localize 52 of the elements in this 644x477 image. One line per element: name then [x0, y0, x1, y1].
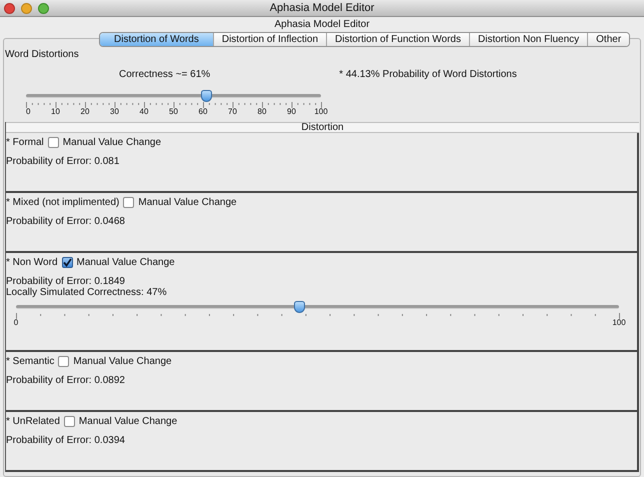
header-title: Aphasia Model Editor [274, 18, 370, 32]
manual-value-checkbox[interactable]: Manual Value Change [62, 254, 175, 270]
probability-text: Probability of Error: 0.0468 [6, 216, 126, 227]
window-title: Aphasia Model Editor [270, 0, 374, 16]
tick-label: 0 [26, 108, 30, 116]
tick-label: 100 [612, 319, 626, 327]
checkbox[interactable] [48, 136, 59, 148]
probability-text: Probability of Error: 0.1849 [6, 276, 126, 287]
tick-label: 80 [258, 108, 266, 116]
close-button[interactable] [4, 3, 15, 14]
correctness-text: Locally Simulated Correctness: 47% [6, 287, 168, 298]
tab[interactable]: Distortion of Inflection [212, 33, 326, 46]
tick-label: 50 [169, 108, 178, 116]
distortion-name: * Mixed (not implimented) [6, 196, 120, 210]
correctness-label: Correctness ~= 61% [119, 68, 210, 82]
minimize-button[interactable] [21, 3, 32, 14]
distortion-name: * Semantic [6, 354, 54, 368]
probability-text: Probability of Error: 0.081 [6, 156, 120, 167]
tick-label: 100 [314, 108, 328, 116]
column-header: Distortion [6, 122, 639, 133]
tab[interactable]: Distortion of Function Words [326, 33, 469, 46]
check-icon [62, 258, 72, 266]
tab[interactable]: Distortion of Words [100, 33, 213, 46]
manual-value-checkbox[interactable]: Manual Value Change [48, 134, 162, 150]
slider-thumb[interactable] [294, 301, 306, 313]
section-title: Word Distortions [5, 48, 79, 62]
tick-label: 10 [51, 108, 60, 116]
zoom-button[interactable] [38, 3, 49, 14]
tab[interactable]: Distortion Non Fluency [469, 33, 588, 46]
tab[interactable]: Other [587, 33, 630, 46]
tick-label: 20 [80, 108, 90, 116]
checkbox[interactable] [62, 256, 73, 268]
slider-track[interactable] [26, 94, 321, 98]
tick-label: 0 [14, 319, 18, 327]
distortion-name: * Non Word [6, 256, 58, 270]
tick-label: 60 [198, 108, 208, 116]
checkbox[interactable] [123, 196, 134, 208]
checkbox[interactable] [58, 356, 70, 366]
checkbox[interactable] [64, 416, 75, 426]
tick-label: 40 [140, 108, 148, 116]
manual-value-checkbox[interactable]: Manual Value Change [58, 354, 172, 368]
probability-text: Probability of Error: 0.0892 [6, 375, 126, 386]
manual-value-checkbox[interactable]: Manual Value Change [64, 414, 178, 428]
distortion-name: * UnRelated [6, 414, 60, 428]
probability-label: * 44.13% Probability of Word Distortions [339, 68, 517, 82]
probability-text: Probability of Error: 0.0394 [6, 435, 126, 446]
tick-label: 70 [228, 108, 237, 116]
tick-label: 90 [287, 108, 296, 116]
manual-value-checkbox[interactable]: Manual Value Change [123, 194, 237, 210]
tick-label: 30 [110, 108, 119, 116]
distortion-name: * Formal [6, 136, 44, 150]
slider-track[interactable] [16, 305, 619, 309]
